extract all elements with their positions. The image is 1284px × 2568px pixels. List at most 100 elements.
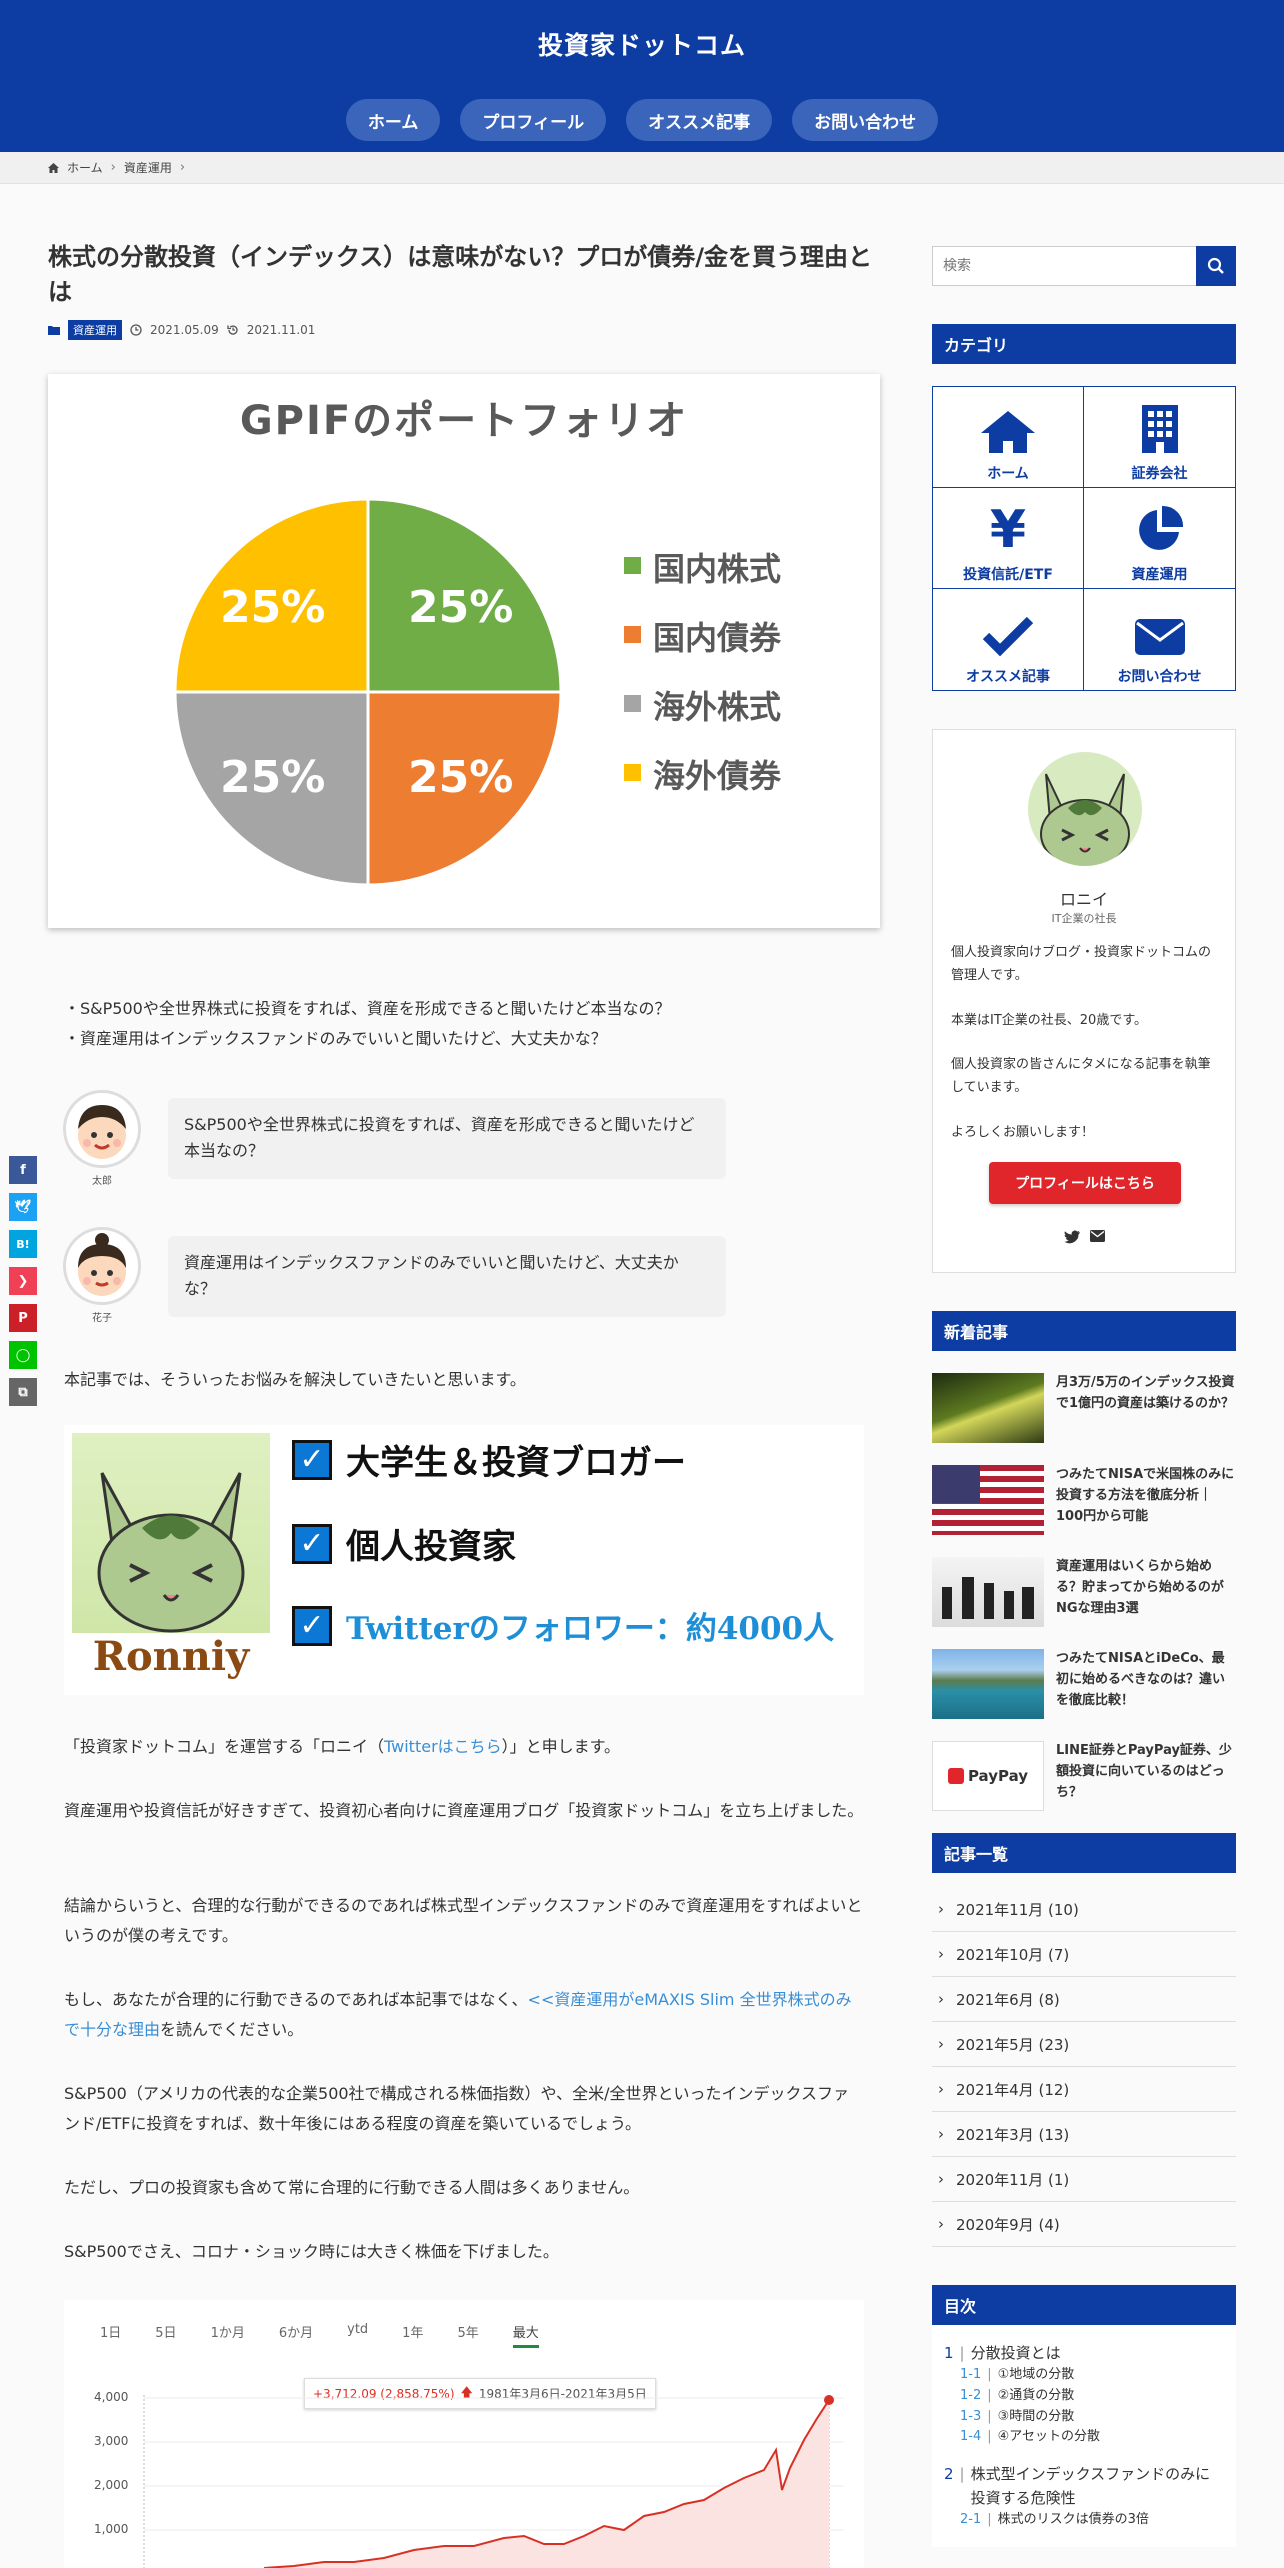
legend-swatch xyxy=(624,695,641,712)
cat-mascot-icon xyxy=(97,1472,245,1633)
copy-share-button[interactable]: ⧉ xyxy=(9,1378,37,1406)
question-list: ・S&P500や全世界株式に投資をすれば、資産を形成できると聞いたけど本当なの？… xyxy=(64,994,864,1053)
twitter-share-button[interactable]: 🕊 xyxy=(9,1193,37,1221)
hatena-share-button[interactable]: B! xyxy=(9,1230,37,1258)
search-button[interactable] xyxy=(1196,246,1236,286)
site-header: 投資家ドットコム ホーム プロフィール オススメ記事 お問い合わせ xyxy=(0,0,1284,152)
checkbox-icon: ✓ xyxy=(292,1605,332,1646)
archive-item[interactable]: › 2021年3月 (13) xyxy=(932,2112,1236,2157)
toc-subitem[interactable]: 2-1 | 株式のリスクは債券の3倍 xyxy=(944,2510,1224,2531)
search-icon xyxy=(1207,257,1224,274)
check-icon xyxy=(982,616,1034,656)
chevron-right-icon: › xyxy=(938,2215,944,2233)
category-home[interactable]: ホーム xyxy=(933,387,1084,488)
toc-item[interactable]: 2 | 株式型インデックスファンドのみに投資する危険性 xyxy=(944,2462,1224,2510)
category-funds[interactable]: ¥ 投資信託/ETF xyxy=(933,488,1084,589)
nav-profile[interactable]: プロフィール xyxy=(460,99,607,141)
category-securities[interactable]: 証券会社 xyxy=(1084,387,1235,488)
breadcrumb-category[interactable]: 資産運用 xyxy=(124,159,172,176)
banner-item-2: ✓ 個人投資家 xyxy=(292,1519,516,1568)
nav-contact[interactable]: お問い合わせ xyxy=(792,99,939,141)
legend-label: 国内株式 xyxy=(653,550,782,588)
archive-item[interactable]: › 2020年9月 (4) xyxy=(932,2202,1236,2247)
history-icon xyxy=(227,325,238,335)
category-asset-management[interactable]: 資産運用 xyxy=(1084,488,1235,589)
gpif-portfolio-image: GPIFのポートフォリオ 25% 25% 25% 25% 国内株式 国内債券 海… xyxy=(48,374,880,928)
post-item[interactable]: 月3万/5万のインデックス投資で1億円の資産は築けるのか？ xyxy=(932,1373,1236,1443)
categories-title: カテゴリ xyxy=(932,324,1236,364)
paragraph-5: S&P500（アメリカの代表的な企業500社で構成される株価指数）や、全米/全世… xyxy=(64,2084,849,2133)
category-contact[interactable]: お問い合わせ xyxy=(1084,589,1235,690)
post-item[interactable]: PayPay LINE証券とPayPay証券、少額投資に向いているのはどっち？ xyxy=(932,1741,1236,1811)
profile-bio: 個人投資家向けブログ・投資家ドットコムの管理人です。 本業はIT企業の社長、20… xyxy=(951,945,1212,1140)
post-item[interactable]: 資産運用はいくらから始める？貯まってから始めるのがNGな理由3選 xyxy=(932,1557,1236,1627)
chevron-right-icon: › xyxy=(938,1945,944,1963)
paragraph-7: S&P500でさえ、コロナ・ショック時には大きく株価を下げました。 xyxy=(64,2242,559,2261)
chevron-right-icon: › xyxy=(938,1900,944,1918)
toc-subitem[interactable]: 1-1 | ①地域の分散 xyxy=(944,2365,1224,2386)
new-posts-title: 新着記事 xyxy=(932,1311,1236,1351)
global-nav: ホーム プロフィール オススメ記事 お問い合わせ xyxy=(0,99,1284,141)
boy-face-icon xyxy=(78,1105,126,1159)
legend-label: 国内債券 xyxy=(653,619,782,657)
archive-item[interactable]: › 2021年5月 (23) xyxy=(932,2022,1236,2067)
pie-label: 25% xyxy=(408,752,514,803)
toc-subitem[interactable]: 1-2 | ②通貨の分散 xyxy=(944,2386,1224,2407)
banner-mascot xyxy=(72,1433,270,1633)
avatar-taro xyxy=(63,1090,141,1168)
legend-swatch xyxy=(624,764,641,781)
breadcrumb-home[interactable]: ホーム xyxy=(67,159,103,176)
paragraph-4: もし、あなたが合理的に行動できるのであれば本記事ではなく、<<資産運用がeMAX… xyxy=(64,1990,852,2039)
toc-item[interactable]: 1 | 分散投資とは xyxy=(944,2341,1224,2365)
facebook-share-button[interactable]: f xyxy=(9,1156,37,1184)
home-icon xyxy=(981,411,1035,453)
sp500-chart-image: 1日 5日 1か月 6か月 ytd 1年 5年 最大 +3,712.09 (2,… xyxy=(64,2300,864,2568)
legend-label: 海外債券 xyxy=(653,757,782,795)
category-grid: ホーム 証券会社 ¥ 投資信託/ETF 資産運用 オススメ記事 お問い合わせ xyxy=(932,386,1236,691)
nav-home[interactable]: ホーム xyxy=(345,99,441,141)
archive-item[interactable]: › 2021年4月 (12) xyxy=(932,2067,1236,2112)
profile-avatar xyxy=(1028,752,1142,866)
category-badge[interactable]: 資産運用 xyxy=(68,319,122,340)
twitter-bird-icon: 🕊 xyxy=(14,1199,32,1215)
toc-subitem[interactable]: 1-3 | ③時間の分散 xyxy=(944,2407,1224,2428)
line-icon: ◯ xyxy=(15,1347,31,1363)
archive-item[interactable]: › 2020年11月 (1) xyxy=(932,2157,1236,2202)
archive-list: › 2021年11月 (10) › 2021年10月 (7) › 2021年6月 (8… xyxy=(932,1887,1236,2247)
legend-label: 海外株式 xyxy=(653,688,782,726)
toc-title: 目次 xyxy=(932,2285,1236,2325)
line-share-button[interactable]: ◯ xyxy=(9,1341,37,1369)
archive-item[interactable]: › 2021年6月 (8) xyxy=(932,1977,1236,2022)
pocket-share-button[interactable]: ❯ xyxy=(9,1267,37,1295)
avatar-hanako xyxy=(63,1227,141,1305)
speech-bubble: S&P500や全世界株式に投資をすれば、資産を形成できると聞いたけど本当なの？ xyxy=(168,1098,726,1179)
pinterest-share-button[interactable]: P xyxy=(9,1304,37,1332)
site-title[interactable]: 投資家ドットコム xyxy=(0,26,1284,62)
archive-item[interactable]: › 2021年10月 (7) xyxy=(932,1932,1236,1977)
post-thumbnail-lake xyxy=(932,1649,1044,1719)
sp500-area xyxy=(264,2400,829,2568)
twitter-link[interactable]: Twitterはこちら xyxy=(384,1737,502,1756)
speaker-name: 花子 xyxy=(92,1313,112,1324)
search-input[interactable] xyxy=(932,246,1196,286)
pie-chart-icon xyxy=(1138,505,1183,550)
sidebar: カテゴリ ホーム 証券会社 ¥ 投資信託/ETF 資産運用 オススメ記事 お問い… xyxy=(932,240,1236,2547)
pie-label: 25% xyxy=(408,582,514,633)
envelope-icon xyxy=(1134,619,1185,655)
chevron-right-icon: › xyxy=(938,2170,944,2188)
post-item[interactable]: つみたてNISAで米国株のみに投資する方法を徹底分析｜100円から可能 xyxy=(932,1465,1236,1535)
folder-icon xyxy=(48,325,60,335)
twitter-icon[interactable] xyxy=(1063,1230,1080,1244)
nav-recommended[interactable]: オススメ記事 xyxy=(626,99,773,141)
post-item[interactable]: つみたてNISAとiDeCo、最初に始めるべきなのは？違いを徹底比較！ xyxy=(932,1649,1236,1719)
sp500-end-point xyxy=(824,2395,834,2405)
profile-button[interactable]: プロフィールはこちら xyxy=(989,1162,1181,1204)
building-icon xyxy=(1141,405,1178,453)
banner-item-3: ✓ Twitterのフォロワー：約4000人 xyxy=(292,1603,834,1648)
pie-label: 25% xyxy=(220,582,326,633)
archive-item[interactable]: › 2021年11月 (10) xyxy=(932,1887,1236,1932)
category-recommended[interactable]: オススメ記事 xyxy=(933,589,1084,690)
post-thumbnail-paypay: PayPay xyxy=(932,1741,1044,1811)
envelope-icon[interactable] xyxy=(1089,1230,1105,1242)
toc-subitem[interactable]: 1-4 | ④アセットの分散 xyxy=(944,2427,1224,2448)
